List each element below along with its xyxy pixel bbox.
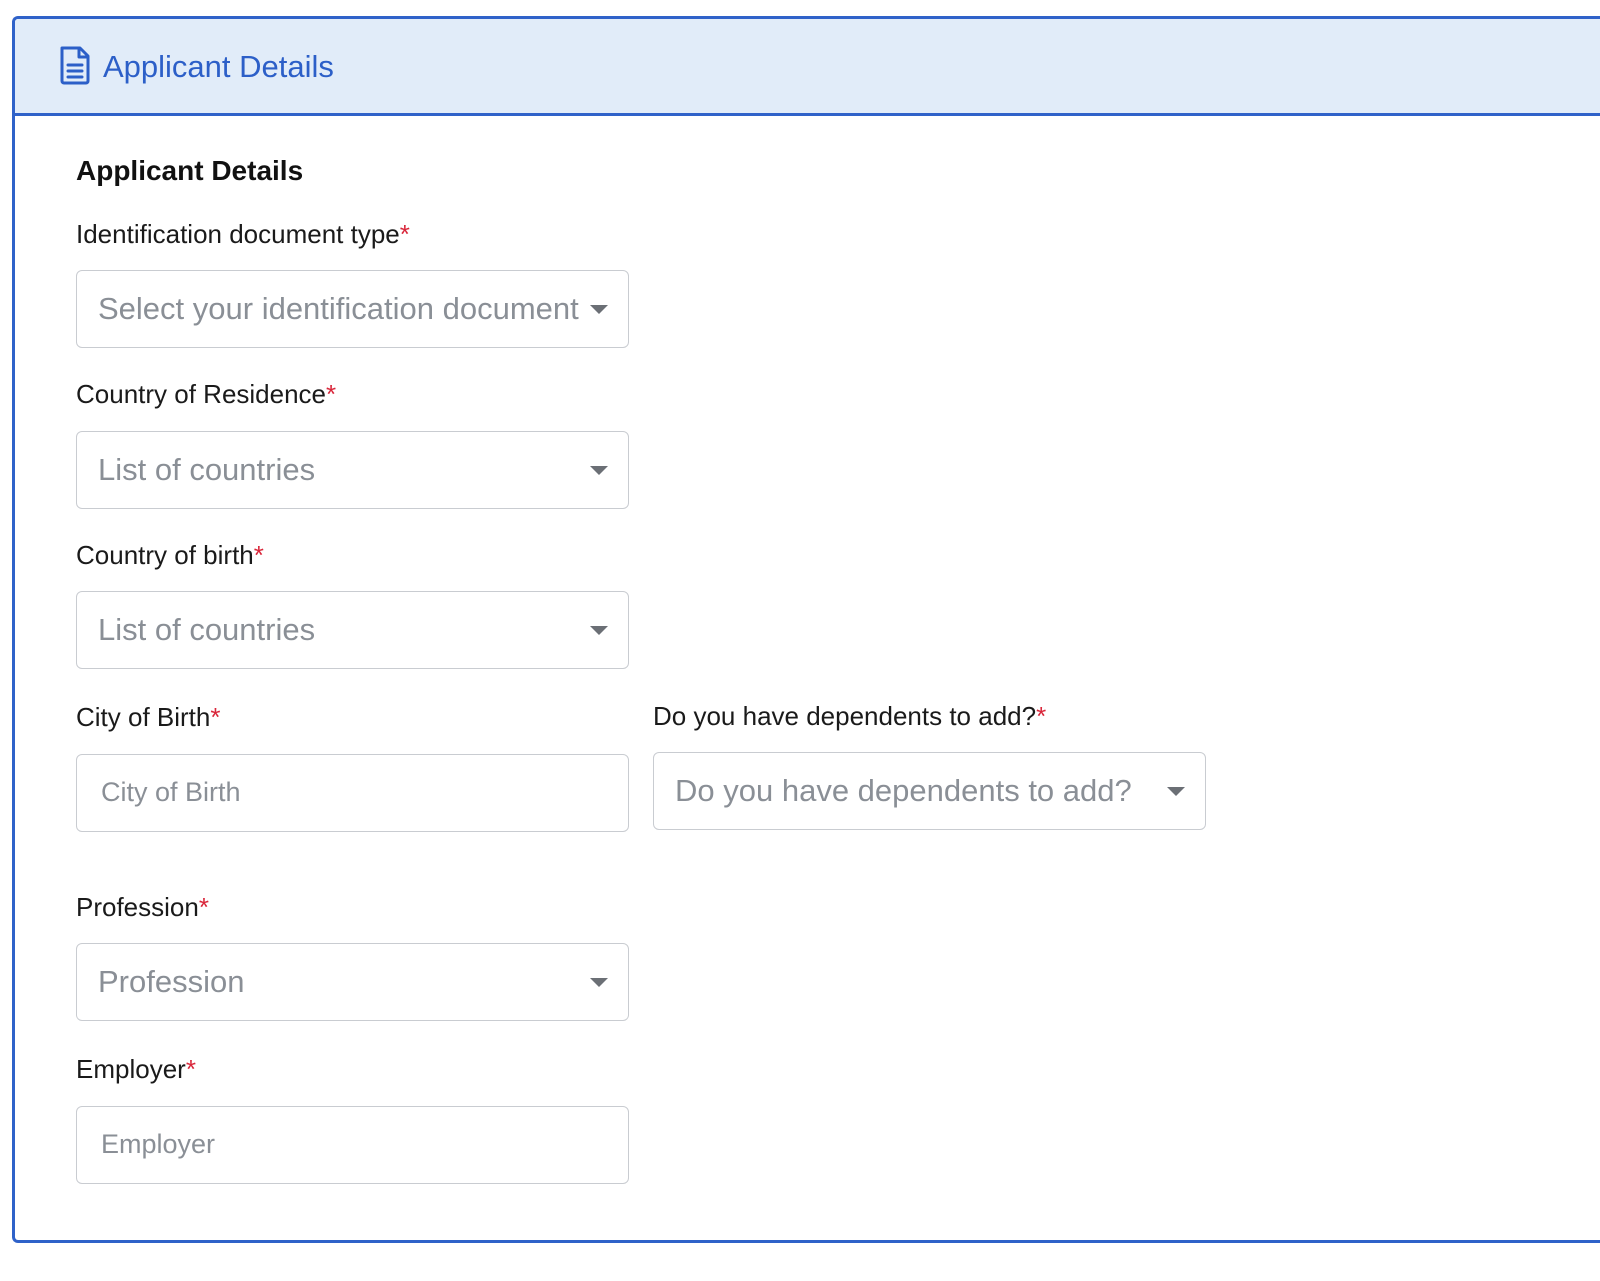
dependents-label-text: Do you have dependents to add? <box>653 701 1037 731</box>
card-header: Applicant Details <box>15 19 1600 116</box>
profession-placeholder: Profession <box>98 964 245 999</box>
country-residence-label: Country of Residence* <box>76 377 336 411</box>
city-birth-placeholder: City of Birth <box>101 777 241 807</box>
country-residence-label-text: Country of Residence <box>76 379 327 409</box>
required-marker: * <box>198 892 209 922</box>
city-birth-label: City of Birth* <box>76 700 221 734</box>
chevron-down-icon <box>590 626 608 635</box>
dependents-label: Do you have dependents to add?* <box>653 699 1046 733</box>
chevron-down-icon <box>1167 787 1185 796</box>
country-birth-placeholder: List of countries <box>98 612 316 647</box>
employer-placeholder: Employer <box>101 1129 216 1159</box>
required-marker: * <box>210 702 221 732</box>
profession-select[interactable]: Profession <box>76 943 629 1021</box>
city-birth-input[interactable]: City of Birth <box>76 754 629 832</box>
country-birth-label-text: Country of birth <box>76 540 254 570</box>
city-birth-label-text: City of Birth <box>76 702 211 732</box>
profession-label: Profession* <box>76 890 209 924</box>
id-doc-type-select[interactable]: Select your identification document type <box>76 270 629 348</box>
required-marker: * <box>1036 701 1047 731</box>
employer-label-text: Employer <box>76 1054 186 1084</box>
section-title: Applicant Details <box>76 155 304 186</box>
employer-label: Employer* <box>76 1052 196 1086</box>
required-marker: * <box>185 1054 196 1084</box>
dependents-select[interactable]: Do you have dependents to add? <box>653 752 1206 830</box>
required-marker: * <box>399 219 410 249</box>
chevron-down-icon <box>590 305 608 314</box>
chevron-down-icon <box>590 978 608 987</box>
id-doc-type-placeholder: Select your identification document type <box>98 291 580 326</box>
employer-input[interactable]: Employer <box>76 1106 629 1184</box>
required-marker: * <box>326 379 337 409</box>
document-icon <box>60 46 90 85</box>
applicant-details-card: Applicant Details Applicant Details Iden… <box>12 16 1600 1243</box>
country-residence-placeholder: List of countries <box>98 452 316 487</box>
required-marker: * <box>253 540 264 570</box>
dependents-placeholder: Do you have dependents to add? <box>675 773 1132 808</box>
country-birth-label: Country of birth* <box>76 538 264 572</box>
id-doc-type-label: Identification document type* <box>76 217 410 251</box>
country-residence-select[interactable]: List of countries <box>76 431 629 509</box>
card-header-title: Applicant Details <box>103 49 334 84</box>
profession-label-text: Profession <box>76 892 199 922</box>
chevron-down-icon <box>590 466 608 475</box>
country-birth-select[interactable]: List of countries <box>76 591 629 669</box>
id-doc-type-label-text: Identification document type <box>76 219 400 249</box>
